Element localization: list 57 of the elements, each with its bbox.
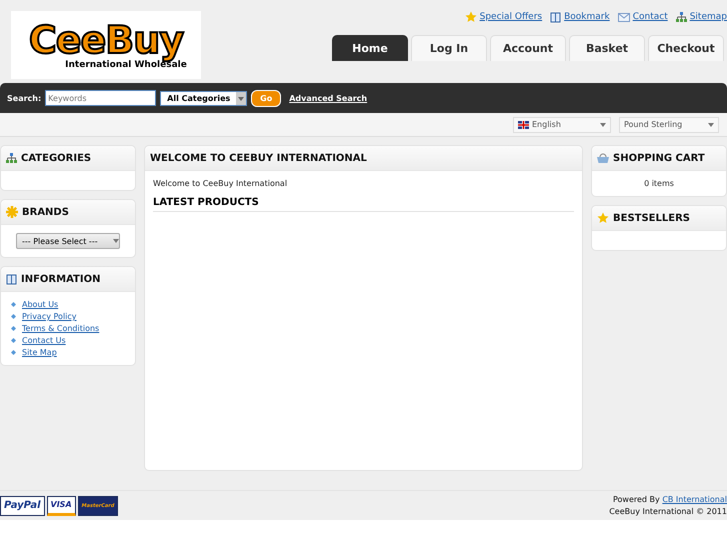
bullet-icon	[11, 314, 16, 319]
star-icon	[464, 11, 477, 23]
book-icon	[6, 274, 17, 284]
bullet-icon	[11, 338, 16, 343]
language-select[interactable]: English	[513, 116, 611, 132]
top-link[interactable]: Special Offers	[464, 11, 542, 23]
advanced-search-link[interactable]: Advanced Search	[289, 94, 368, 102]
flower-icon	[6, 206, 18, 218]
panel-title: INFORMATION	[21, 274, 100, 284]
copyright-text: CeeBuy International © 2011	[609, 507, 727, 516]
bullet-icon	[11, 350, 16, 355]
nav-tab[interactable]: Checkout	[648, 35, 724, 61]
sitemap-icon	[676, 12, 687, 22]
info-link[interactable]: About Us	[22, 300, 58, 309]
panel-title: WELCOME TO CEEBUY INTERNATIONAL	[150, 152, 367, 164]
bullet-icon	[11, 302, 16, 307]
star-icon	[597, 212, 609, 224]
logo[interactable]: CeeBuy International Wholesale	[11, 11, 201, 79]
info-link[interactable]: Privacy Policy	[22, 312, 77, 321]
category-select[interactable]: All Categories	[160, 90, 248, 106]
caret-icon	[236, 92, 246, 104]
nav-tab[interactable]: Log In	[411, 35, 487, 61]
logo-name: CeeBuy	[28, 20, 184, 60]
payment-logo: VISA	[46, 496, 76, 516]
info-link[interactable]: Terms & Conditions	[22, 324, 100, 333]
cart-count: 0 items	[643, 179, 675, 188]
search-label: Search:	[7, 94, 42, 102]
powered-by-text: Powered By CB International	[612, 495, 727, 504]
info-link[interactable]: Contact Us	[22, 336, 66, 345]
book-icon	[550, 12, 562, 22]
panel-title: BRANDS	[22, 206, 69, 218]
section-title: LATEST PRODUCTS	[153, 197, 574, 212]
basket-icon	[597, 153, 609, 163]
top-link[interactable]: Contact	[618, 11, 668, 23]
caret-icon	[600, 122, 606, 126]
panel-title: SHOPPING CART	[613, 152, 705, 164]
top-link[interactable]: Bookmark	[550, 11, 610, 23]
search-field[interactable]: Keywords	[45, 90, 156, 106]
payment-logo: PayPal	[0, 496, 45, 516]
panel-title: BESTSELLERS	[613, 212, 690, 224]
flag-icon	[518, 120, 529, 128]
caret-icon	[708, 122, 714, 126]
info-link[interactable]: Site Map	[22, 348, 57, 357]
sitemap-icon	[6, 153, 17, 163]
caret-icon	[113, 239, 119, 243]
nav-tab[interactable]: Home	[332, 35, 408, 61]
top-link[interactable]: Sitemap	[676, 11, 727, 23]
powered-by-link[interactable]: CB International	[662, 495, 727, 504]
brand-select[interactable]: --- Please Select ---	[16, 233, 120, 249]
logo-tagline: International Wholesale	[65, 60, 187, 70]
nav-tab[interactable]: Basket	[569, 35, 645, 61]
panel-title: CATEGORIES	[21, 152, 92, 164]
nav-tab[interactable]: Account	[490, 35, 566, 61]
currency-select[interactable]: Pound Sterling	[619, 116, 719, 132]
welcome-text: Welcome to CeeBuy International	[153, 179, 288, 188]
mail-icon	[618, 12, 630, 22]
bullet-icon	[11, 326, 16, 331]
